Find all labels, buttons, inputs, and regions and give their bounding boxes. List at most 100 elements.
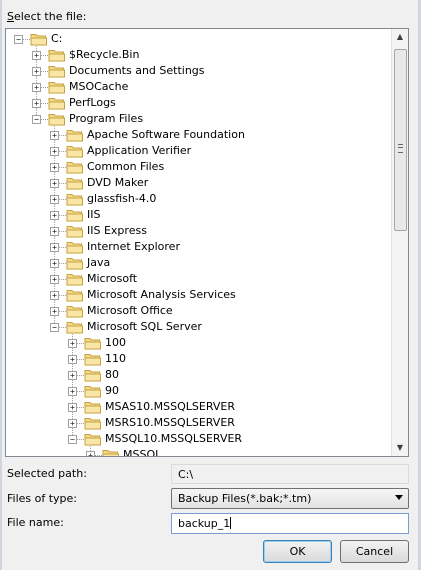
folder-icon xyxy=(48,114,65,126)
file-name-input[interactable]: backup_1 xyxy=(171,513,409,534)
tree-item[interactable]: +100 xyxy=(6,335,394,351)
cancel-button[interactable]: Cancel xyxy=(340,540,409,563)
expander-icon[interactable]: + xyxy=(32,99,41,108)
tree-item[interactable]: + $Recycle.Bin xyxy=(6,47,394,63)
expander-icon[interactable]: + xyxy=(50,259,59,268)
files-of-type-value: Backup Files(*.bak;*.tm) xyxy=(178,492,312,505)
expander-icon[interactable]: + xyxy=(68,387,77,396)
expander-icon[interactable]: + xyxy=(50,211,59,220)
tree-item[interactable]: + Documents and Settings xyxy=(6,63,394,79)
expander-icon[interactable]: + xyxy=(50,291,59,300)
tree-item[interactable]: + MSOCache xyxy=(6,79,394,95)
tree-connector-line xyxy=(59,327,66,328)
expander-icon[interactable]: − xyxy=(50,323,59,332)
folder-icon xyxy=(84,386,101,398)
expander-icon[interactable]: + xyxy=(50,243,59,252)
tree-item[interactable]: + Internet Explorer xyxy=(6,239,394,255)
tree-item[interactable]: + Microsoft Analysis Services xyxy=(6,287,394,303)
selected-path-label: Selected path: xyxy=(7,467,87,480)
tree-connector-line xyxy=(23,39,30,40)
tree-item-label: 100 xyxy=(105,336,126,349)
tree-item-label: MSOCache xyxy=(69,80,129,93)
ok-button[interactable]: OK xyxy=(263,540,332,563)
tree-item[interactable]: − Microsoft SQL Server xyxy=(6,319,394,335)
expander-icon[interactable]: − xyxy=(68,435,77,444)
expander-icon[interactable]: + xyxy=(50,179,59,188)
tree-item[interactable]: + MSSQL xyxy=(6,447,394,456)
expander-icon[interactable]: + xyxy=(32,51,41,60)
tree-item[interactable]: + DVD Maker xyxy=(6,175,394,191)
tree-item[interactable]: − Program Files xyxy=(6,111,394,127)
tree-connector-line xyxy=(59,151,66,152)
expander-icon[interactable]: + xyxy=(68,419,77,428)
folder-icon xyxy=(66,242,83,254)
expander-icon[interactable]: + xyxy=(68,403,77,412)
tree-item-label: MSAS10.MSSQLSERVER xyxy=(105,400,236,413)
folder-tree[interactable]: − C: + $Recycle.Bin + Documents and Settings +… xyxy=(5,28,409,457)
tree-item[interactable]: + Application Verifier xyxy=(6,143,394,159)
tree-connector-line xyxy=(59,311,66,312)
selected-path-field: C:\ xyxy=(171,464,409,484)
tree-item[interactable]: + Java xyxy=(6,255,394,271)
tree-item-label: DVD Maker xyxy=(87,176,149,189)
expander-icon[interactable]: − xyxy=(32,115,41,124)
tree-item[interactable]: + MSAS10.MSSQLSERVER xyxy=(6,399,394,415)
expander-icon[interactable]: + xyxy=(68,371,77,380)
folder-icon xyxy=(30,34,47,46)
scrollbar-thumb[interactable] xyxy=(394,49,407,231)
tree-item[interactable]: +110 xyxy=(6,351,394,367)
tree-item-label: Documents and Settings xyxy=(69,64,205,77)
expander-icon[interactable]: + xyxy=(50,275,59,284)
tree-connector-line xyxy=(59,295,66,296)
folder-icon xyxy=(48,66,65,78)
tree-item[interactable]: +80 xyxy=(6,367,394,383)
tree-item[interactable]: + IIS xyxy=(6,207,394,223)
expander-icon[interactable]: + xyxy=(50,307,59,316)
scroll-down-arrow-icon[interactable]: ▼ xyxy=(392,440,408,456)
folder-icon xyxy=(48,50,65,62)
folder-icon xyxy=(84,338,101,350)
expander-icon[interactable]: − xyxy=(14,35,23,44)
expander-icon[interactable]: + xyxy=(50,131,59,140)
expander-icon[interactable]: + xyxy=(68,339,77,348)
expander-icon[interactable]: + xyxy=(50,227,59,236)
expander-icon[interactable]: + xyxy=(32,83,41,92)
expander-icon[interactable]: + xyxy=(50,195,59,204)
tree-item[interactable]: − C: xyxy=(6,31,394,47)
expander-icon[interactable]: + xyxy=(32,67,41,76)
tree-connector-line xyxy=(59,183,66,184)
expander-icon[interactable]: + xyxy=(50,163,59,172)
tree-item[interactable]: + Microsoft xyxy=(6,271,394,287)
expander-icon[interactable]: + xyxy=(86,451,95,456)
tree-connector-line xyxy=(41,87,48,88)
tree-item[interactable]: +90 xyxy=(6,383,394,399)
tree-item[interactable]: + Common Files xyxy=(6,159,394,175)
folder-icon xyxy=(66,306,83,318)
tree-connector-line xyxy=(77,375,84,376)
file-name-value: backup_1 xyxy=(178,517,231,530)
tree-item[interactable]: + IIS Express xyxy=(6,223,394,239)
files-of-type-select[interactable]: Backup Files(*.bak;*.tm) xyxy=(171,488,409,509)
tree-connector-line xyxy=(77,423,84,424)
folder-icon xyxy=(84,434,101,446)
expander-icon[interactable]: + xyxy=(50,147,59,156)
select-file-label: Select the file: xyxy=(7,10,87,23)
tree-item-label: Microsoft Office xyxy=(87,304,173,317)
tree-connector-line xyxy=(59,247,66,248)
tree-item-label: glassfish-4.0 xyxy=(87,192,157,205)
tree-item[interactable]: + Apache Software Foundation xyxy=(6,127,394,143)
tree-item[interactable]: + PerfLogs xyxy=(6,95,394,111)
tree-item[interactable]: + glassfish-4.0 xyxy=(6,191,394,207)
tree-item-label: Program Files xyxy=(69,112,144,125)
tree-item[interactable]: + MSRS10.MSSQLSERVER xyxy=(6,415,394,431)
scroll-up-arrow-icon[interactable]: ▲ xyxy=(392,29,408,45)
vertical-scrollbar[interactable]: ▲ ▼ xyxy=(391,29,408,456)
expander-icon[interactable]: + xyxy=(68,355,77,364)
tree-item-label: 80 xyxy=(105,368,119,381)
folder-icon xyxy=(48,98,65,110)
tree-item-label: Internet Explorer xyxy=(87,240,180,253)
tree-connector-line xyxy=(95,455,102,456)
tree-item[interactable]: − MSSQL10.MSSQLSERVER xyxy=(6,431,394,447)
folder-tree-content: − C: + $Recycle.Bin + Documents and Settings +… xyxy=(6,29,394,456)
tree-item[interactable]: + Microsoft Office xyxy=(6,303,394,319)
